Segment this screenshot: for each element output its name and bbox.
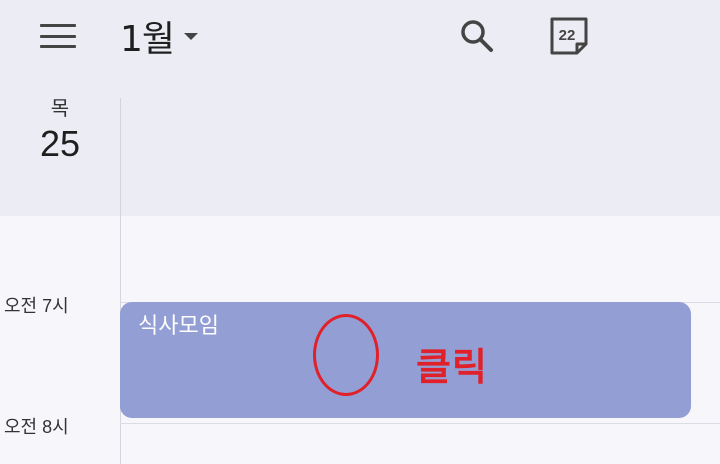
time-label-7am: 오전 7시 xyxy=(4,296,69,316)
search-button[interactable] xyxy=(455,14,499,58)
menu-icon-bar xyxy=(40,45,76,48)
day-number: 25 xyxy=(39,123,81,164)
month-label: 1월 xyxy=(120,19,175,60)
menu-icon-bar xyxy=(40,34,76,38)
hour-line-8 xyxy=(120,423,720,424)
chevron-down-icon xyxy=(184,32,199,40)
event-block[interactable]: 식사모임 xyxy=(120,302,691,418)
calendar-header: 1월 22 목 25 xyxy=(0,0,720,216)
today-button[interactable]: 22 xyxy=(547,14,591,58)
menu-icon-bar xyxy=(40,24,76,27)
menu-button[interactable] xyxy=(40,22,80,50)
time-label-8am: 오전 8시 xyxy=(4,417,69,437)
today-date-text: 22 xyxy=(558,26,576,44)
event-title: 식사모임 xyxy=(138,314,219,339)
click-annotation-text: 클릭 xyxy=(416,345,488,389)
day-weekday: 목 xyxy=(50,96,70,120)
click-indicator-circle xyxy=(313,314,379,396)
search-icon xyxy=(461,20,493,52)
month-selector[interactable]: 1월 xyxy=(120,12,199,60)
day-column-header[interactable]: 목 25 xyxy=(20,94,100,166)
